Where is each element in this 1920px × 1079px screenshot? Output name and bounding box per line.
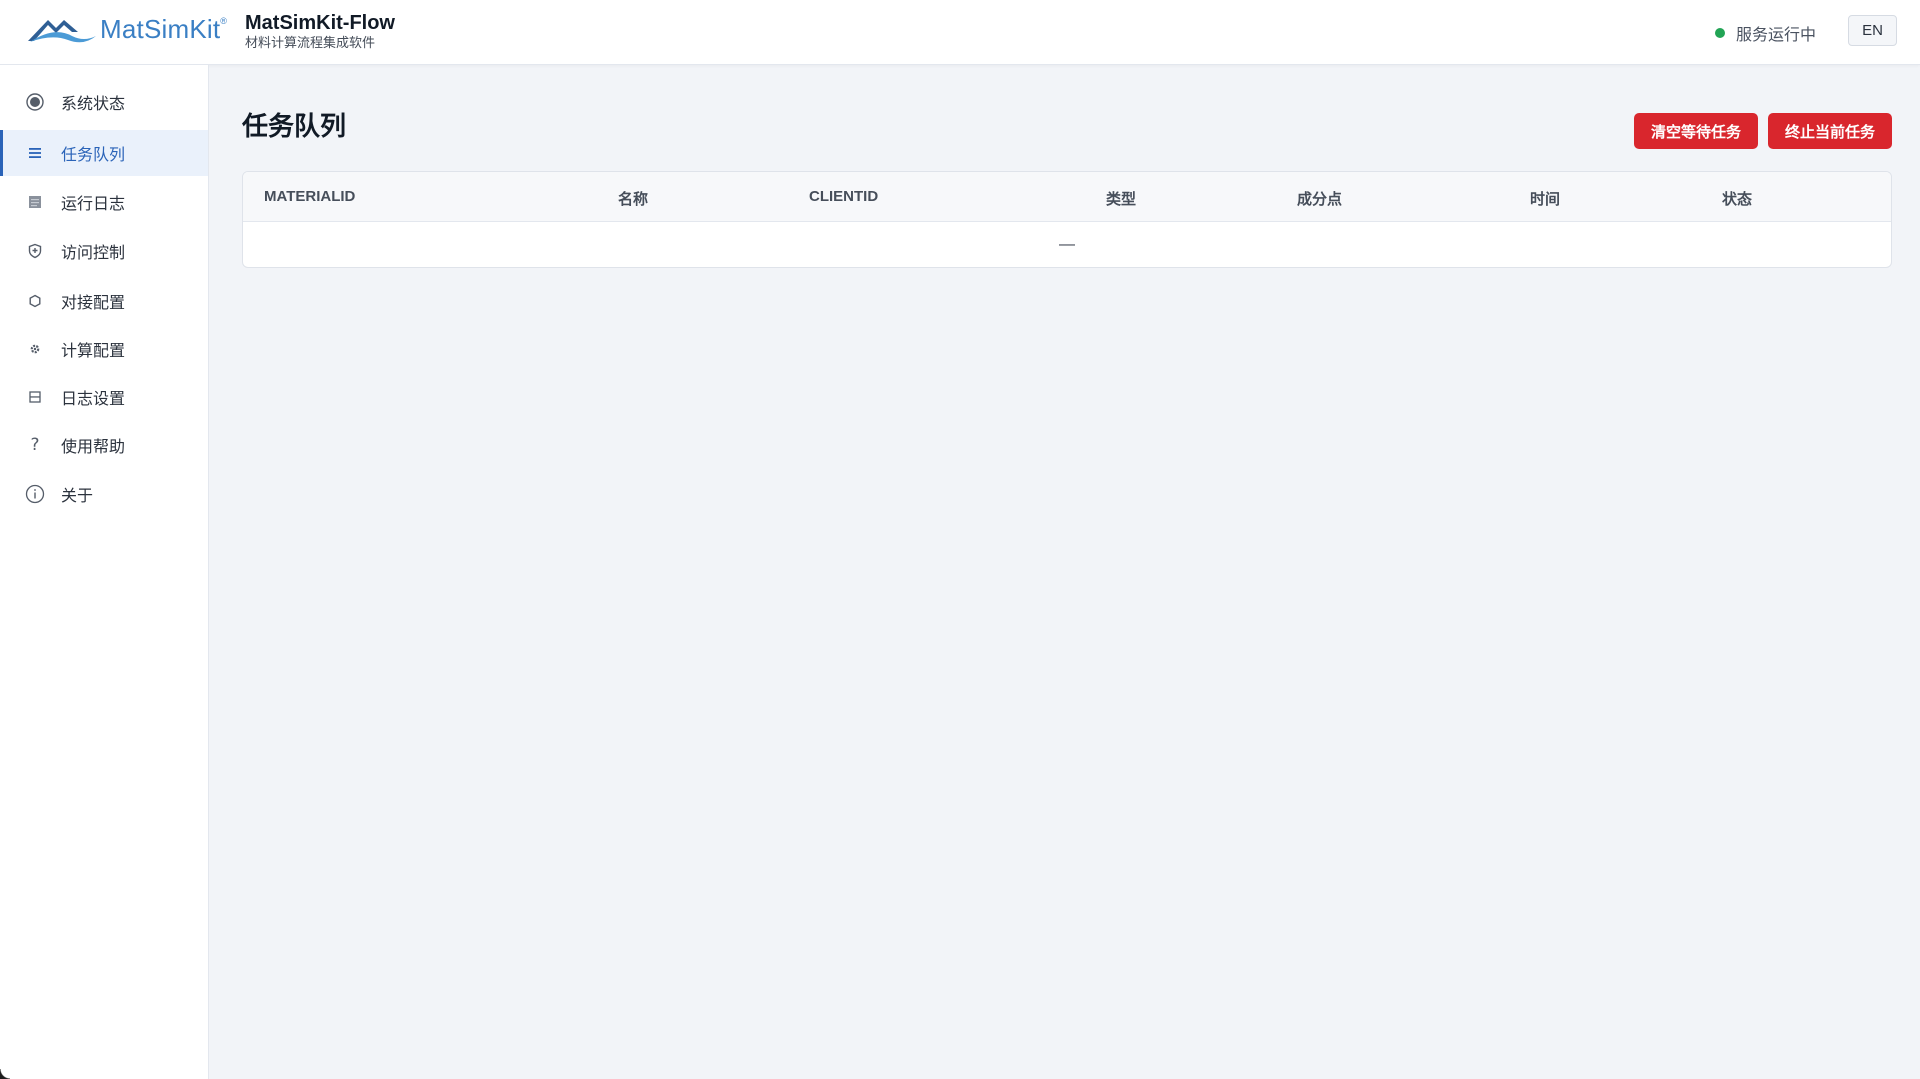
sidebar-item-label: 计算配置	[61, 343, 126, 360]
sliders-icon	[25, 387, 45, 407]
sidebar-item-label: 运行日志	[61, 196, 126, 213]
sidebar-item-system-status[interactable]: 系统状态	[0, 79, 208, 125]
product-title-block: MatSimKit-Flow 材料计算流程集成软件	[245, 12, 395, 51]
product-name: MatSimKit-Flow	[245, 12, 395, 34]
sidebar-item-label: 系统状态	[61, 96, 126, 113]
logo-text: MatSimKit®	[100, 13, 228, 44]
question-icon: ?	[30, 435, 40, 455]
language-toggle-button[interactable]: EN	[1848, 15, 1897, 46]
mountain-logo-icon	[28, 20, 96, 43]
sidebar-item-log-settings[interactable]: 日志设置	[0, 374, 208, 420]
hexagon-icon	[25, 291, 45, 311]
clear-waiting-tasks-button[interactable]: 清空等待任务	[1634, 113, 1758, 149]
radio-dot-icon	[25, 92, 45, 112]
column-header-materialid[interactable]: MATERIALID	[264, 188, 355, 205]
list-icon	[25, 143, 45, 163]
page-title: 任务队列	[242, 111, 347, 141]
status-text: 服务运行中	[1735, 27, 1816, 44]
sidebar: 系统状态 任务队列 运行日志 访问控制 对接配置 计算配置 日志设置? 使用帮助 关于	[0, 65, 209, 1079]
sidebar-item-label: 日志设置	[61, 391, 126, 408]
document-icon	[25, 192, 45, 212]
column-header-status[interactable]: 状态	[1722, 188, 1752, 209]
gear-icon	[25, 339, 45, 359]
sidebar-item-label: 访问控制	[61, 245, 126, 262]
product-subtitle: 材料计算流程集成软件	[245, 35, 376, 50]
column-header-name[interactable]: 名称	[618, 188, 648, 209]
sidebar-item-label: 对接配置	[61, 295, 126, 312]
window-corner	[0, 1069, 10, 1079]
sidebar-item-compute-config[interactable]: 计算配置	[0, 326, 208, 372]
sidebar-item-run-log[interactable]: 运行日志	[0, 179, 208, 225]
task-queue-table: MATERIALID 名称 CLIENTID 类型 成分点 时间 状态 —	[242, 171, 1892, 268]
status-dot-icon	[1714, 28, 1725, 38]
sidebar-item-label: 任务队列	[61, 147, 126, 164]
column-header-composition-point[interactable]: 成分点	[1297, 188, 1342, 209]
column-header-time[interactable]: 时间	[1530, 188, 1560, 209]
column-header-clientid[interactable]: CLIENTID	[809, 188, 878, 205]
shield-icon	[25, 241, 45, 261]
table-header-row: MATERIALID 名称 CLIENTID 类型 成分点 时间 状态	[243, 172, 1891, 222]
sidebar-item-label: 使用帮助	[61, 439, 126, 456]
sidebar-item-task-queue[interactable]: 任务队列	[0, 130, 208, 176]
sidebar-item-help[interactable]: ? 使用帮助	[0, 422, 208, 468]
sidebar-item-access-control[interactable]: 访问控制	[0, 228, 208, 274]
stop-current-task-button[interactable]: 终止当前任务	[1768, 113, 1892, 149]
column-header-type[interactable]: 类型	[1106, 188, 1136, 209]
sidebar-item-integration-config[interactable]: 对接配置	[0, 278, 208, 324]
sidebar-item-about[interactable]: 关于	[0, 471, 208, 517]
sidebar-item-label: 关于	[61, 488, 94, 505]
top-header: MatSimKit® MatSimKit-Flow 材料计算流程集成软件 服务运…	[0, 0, 1920, 65]
registered-mark: ®	[220, 15, 228, 26]
matsimkit-logo: MatSimKit®	[28, 13, 227, 45]
info-icon	[25, 484, 45, 504]
table-empty-row: —	[1059, 236, 1075, 253]
service-status: 服务运行中	[1714, 21, 1816, 45]
